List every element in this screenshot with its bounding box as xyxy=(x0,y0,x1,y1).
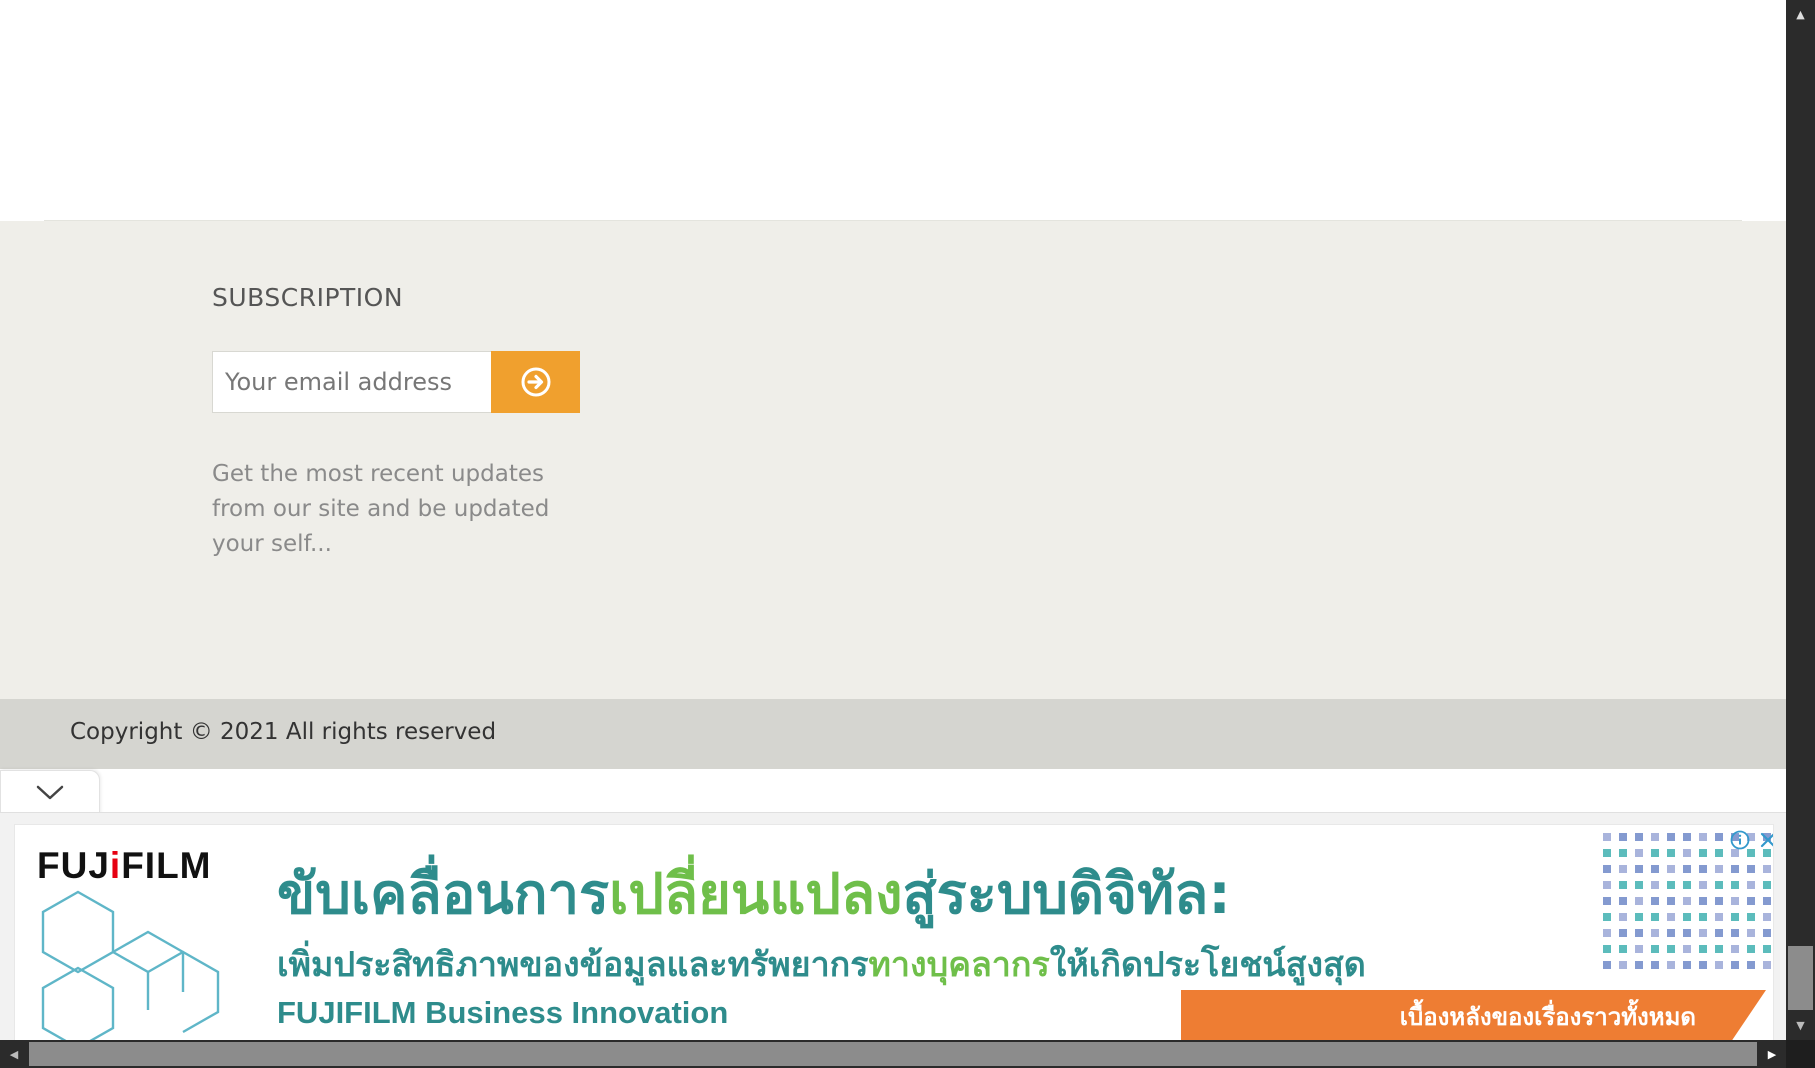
subscription-title: SUBSCRIPTION xyxy=(212,283,404,312)
vertical-scroll-thumb[interactable] xyxy=(1788,946,1813,1010)
subscription-form xyxy=(212,351,580,413)
subscription-description: Get the most recent updates from our sit… xyxy=(212,461,550,557)
arrow-down-icon[interactable]: ▼ xyxy=(1786,1011,1815,1040)
ad-company-name: FUJIFILM Business Innovation xyxy=(277,995,729,1030)
info-icon[interactable] xyxy=(1729,829,1751,851)
ad-container: FUJiFILM ขับเคลื่อนการเปลี่ยนแปลงสู่ระบบ… xyxy=(0,812,1786,1042)
arrow-up-icon[interactable]: ▲ xyxy=(1786,0,1815,29)
ad-collapse-toggle[interactable] xyxy=(0,770,100,815)
subscribe-button[interactable] xyxy=(491,351,580,413)
copyright-bar: Copyright © 2021 All rights reserved xyxy=(0,699,1786,769)
email-input[interactable] xyxy=(212,351,491,413)
ad-banner[interactable]: FUJiFILM ขับเคลื่อนการเปลี่ยนแปลงสู่ระบบ… xyxy=(14,824,1774,1042)
copyright-text: Copyright © 2021 All rights reserved xyxy=(70,719,497,745)
chevron-down-icon xyxy=(36,785,64,800)
ad-headline: ขับเคลื่อนการเปลี่ยนแปลงสู่ระบบดิจิทัล: xyxy=(277,862,1231,927)
hexagon-pattern-art xyxy=(41,890,220,1041)
horizontal-scrollbar[interactable]: ◀ ▶ xyxy=(0,1040,1786,1068)
content-area-blank xyxy=(0,0,1786,221)
ad-cta-button[interactable]: เบื้องหลังของเรื่องราวทั้งหมด xyxy=(1181,990,1766,1041)
horizontal-scroll-thumb[interactable] xyxy=(29,1042,1757,1066)
arrow-right-icon[interactable]: ▶ xyxy=(1758,1040,1786,1068)
arrow-circle-right-icon xyxy=(521,367,550,397)
close-icon[interactable] xyxy=(1757,829,1774,851)
scrollbar-corner xyxy=(1786,1040,1815,1068)
footer: SUBSCRIPTION Get the most recent updates… xyxy=(0,221,1786,699)
vertical-scrollbar[interactable]: ▲ ▼ xyxy=(1786,0,1815,1040)
arrow-left-icon[interactable]: ◀ xyxy=(0,1040,28,1068)
ad-subline: เพิ่มประสิทธิภาพของข้อมูลและทรัพยากรทางบ… xyxy=(277,945,1366,985)
